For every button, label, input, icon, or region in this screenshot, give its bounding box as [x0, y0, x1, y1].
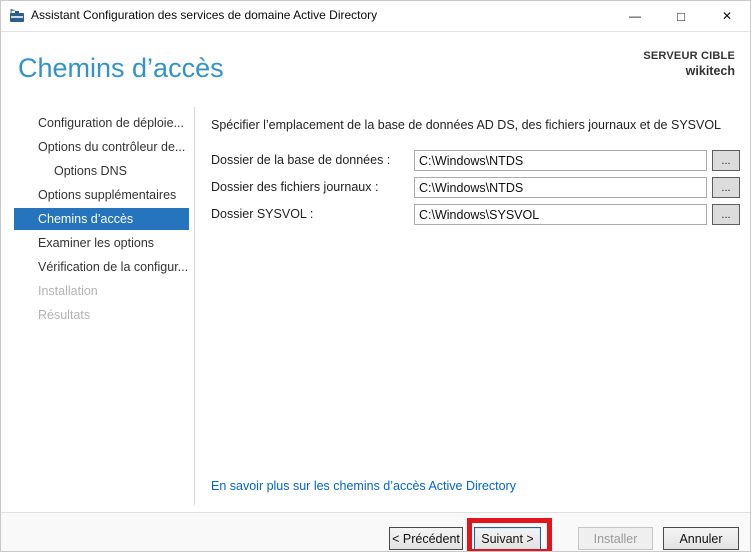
target-server-label: SERVEUR CIBLE [643, 50, 735, 62]
sidebar-item-configuration-deploiement[interactable]: Configuration de déploie... [14, 112, 189, 134]
log-folder-browse-button[interactable]: ... [712, 177, 740, 198]
minimize-icon: — [629, 9, 641, 23]
close-icon: ✕ [721, 9, 733, 23]
window-title: Assistant Configuration des services de … [31, 8, 378, 22]
window-controls: — □ ✕ [612, 1, 750, 31]
target-server-name: wikitech [685, 63, 735, 78]
db-folder-input[interactable] [414, 150, 707, 171]
sidebar-item-options-controleur[interactable]: Options du contrôleur de... [14, 136, 189, 158]
sidebar-item-options-dns[interactable]: Options DNS [14, 160, 189, 182]
db-folder-browse-button[interactable]: ... [712, 150, 740, 171]
maximize-button[interactable]: □ [658, 1, 704, 31]
sidebar-item-examiner-options[interactable]: Examiner les options [14, 232, 189, 254]
sidebar-item-resultats: Résultats [38, 308, 91, 322]
target-server-block: SERVEUR CIBLE wikitech [643, 50, 735, 79]
log-folder-input[interactable] [414, 177, 707, 198]
sidebar-item-options-supplementaires[interactable]: Options supplémentaires [14, 184, 189, 206]
sysvol-folder-input[interactable] [414, 204, 707, 225]
sidebar-item-chemins-acces[interactable]: Chemins d’accès [14, 208, 189, 230]
instruction-text: Spécifier l’emplacement de la base de do… [211, 118, 722, 132]
app-icon [9, 8, 25, 24]
cancel-button[interactable]: Annuler [663, 527, 739, 550]
next-button[interactable]: Suivant > [474, 527, 541, 550]
footer-separator [1, 512, 750, 513]
log-folder-label: Dossier des fichiers journaux : [211, 180, 379, 194]
sidebar-item-verification-configuration[interactable]: Vérification de la configur... [14, 256, 189, 278]
titlebar: Assistant Configuration des services de … [1, 1, 750, 32]
install-button: Installer [578, 527, 653, 550]
close-button[interactable]: ✕ [704, 1, 750, 31]
db-folder-label: Dossier de la base de données : [211, 153, 391, 167]
previous-button[interactable]: < Précédent [389, 527, 463, 550]
learn-more-link[interactable]: En savoir plus sur les chemins d’accès A… [211, 479, 516, 493]
sidebar-divider [194, 107, 195, 505]
page-title: Chemins d’accès [18, 53, 224, 83]
minimize-button[interactable]: — [612, 1, 658, 31]
sysvol-folder-label: Dossier SYSVOL : [211, 207, 314, 221]
sidebar-item-installation: Installation [38, 284, 98, 298]
wizard-window: Assistant Configuration des services de … [0, 0, 751, 552]
sysvol-folder-browse-button[interactable]: ... [712, 204, 740, 225]
maximize-icon: □ [677, 8, 685, 24]
